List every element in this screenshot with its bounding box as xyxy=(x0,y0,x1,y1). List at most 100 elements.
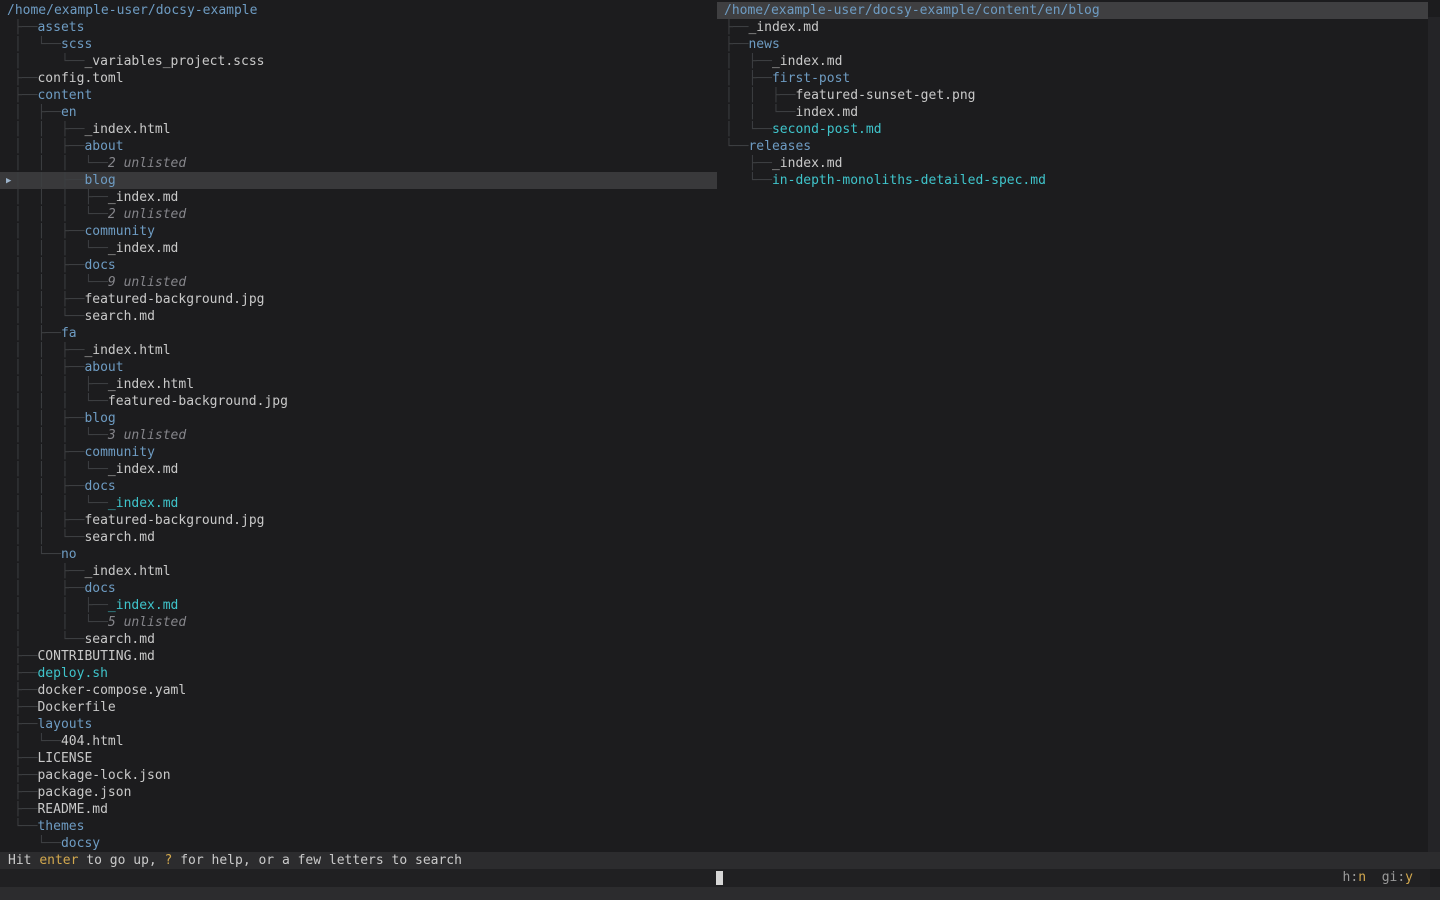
file-name: featured-sunset-get.png xyxy=(795,88,975,103)
tree-row[interactable]: │ ├──docs xyxy=(0,580,717,597)
tree-row[interactable]: └──releases xyxy=(717,138,1440,155)
tree-branch-lines: ├── xyxy=(14,71,37,86)
tree-row[interactable]: ├──news xyxy=(717,36,1440,53)
tree-row[interactable]: └──docsy xyxy=(0,835,717,852)
tree-row[interactable]: │ │ ├──about xyxy=(0,359,717,376)
tree-row[interactable]: │ │ ├──_index.html xyxy=(0,342,717,359)
tree-row[interactable]: ├──CONTRIBUTING.md xyxy=(0,648,717,665)
directory-name: about xyxy=(84,360,123,375)
tree-row[interactable]: │ │ ├──featured-sunset-get.png xyxy=(717,87,1440,104)
tree-row[interactable]: │ │ │ └──2 unlisted xyxy=(0,155,717,172)
command-input-bar[interactable]: :e h:n gi:y xyxy=(0,869,1430,887)
tree-row[interactable]: ├──deploy.sh xyxy=(0,665,717,682)
tree-branch-lines: └── xyxy=(14,819,37,834)
right-panel-path: /home/example-user/docsy-example/content… xyxy=(717,2,1428,19)
tree-branch-lines: ├── xyxy=(14,802,37,817)
file-name: search.md xyxy=(84,309,154,324)
file-name: docker-compose.yaml xyxy=(37,683,186,698)
tree-row[interactable]: ├──README.md xyxy=(0,801,717,818)
tree-branch-lines: │ │ │ └── xyxy=(14,462,108,477)
tree-row[interactable]: │ ├──en xyxy=(0,104,717,121)
directory-name: community xyxy=(84,224,154,239)
tree-branch-lines: │ ├── xyxy=(725,71,772,86)
tree-branch-lines: │ │ ├── xyxy=(14,479,84,494)
directory-name: layouts xyxy=(37,717,92,732)
tree-row[interactable]: ├──package.json xyxy=(0,784,717,801)
directory-name: docs xyxy=(84,479,115,494)
tree-row[interactable]: │ └──scss xyxy=(0,36,717,53)
status-hint-text: Hit xyxy=(8,853,39,868)
tree-row[interactable]: │ │ │ └──_index.md xyxy=(0,461,717,478)
tree-branch-lines: │ │ │ └── xyxy=(14,275,108,290)
tree-branch-lines: │ └── xyxy=(14,54,84,69)
directory-name: themes xyxy=(37,819,84,834)
tree-row[interactable]: │ │ │ └──_index.md xyxy=(0,240,717,257)
tree-row[interactable]: ├──Dockerfile xyxy=(0,699,717,716)
tree-branch-lines: │ │ │ ├── xyxy=(14,190,108,205)
tree-row[interactable]: │ ├──_index.html xyxy=(0,563,717,580)
tree-row[interactable]: │ │ │ ├──_index.html xyxy=(0,376,717,393)
tree-row[interactable]: ├──config.toml xyxy=(0,70,717,87)
tree-row[interactable]: │ │ ├──community xyxy=(0,223,717,240)
tree-row[interactable]: │ │ ├──community xyxy=(0,444,717,461)
tree-branch-lines: │ │ ├── xyxy=(14,445,84,460)
unlisted-count: 3 unlisted xyxy=(108,428,186,443)
tree-row[interactable]: │ │ │ └──3 unlisted xyxy=(0,427,717,444)
tree-row[interactable]: │ │ └──5 unlisted xyxy=(0,614,717,631)
tree-row[interactable]: │ └──_variables_project.scss xyxy=(0,53,717,70)
tree-row[interactable]: ├──_index.md xyxy=(717,155,1440,172)
tree-row[interactable]: ├──content xyxy=(0,87,717,104)
tree-row[interactable]: ├──layouts xyxy=(0,716,717,733)
tree-branch-lines: │ └── xyxy=(14,547,61,562)
tree-row[interactable]: │ │ ├──_index.html xyxy=(0,121,717,138)
tree-row[interactable]: │ │ ├──blog xyxy=(0,410,717,427)
tree-row[interactable]: │ │ │ └──_index.md xyxy=(0,495,717,512)
selection-arrow-icon: ▶ xyxy=(6,173,11,189)
tree-row[interactable]: │ └──404.html xyxy=(0,733,717,750)
tree-row[interactable]: │ │ └──search.md xyxy=(0,529,717,546)
tree-row[interactable]: │ │ ├──about xyxy=(0,138,717,155)
left-panel: /home/example-user/docsy-example ├──asse… xyxy=(0,0,717,852)
tree-branch-lines: │ │ ├── xyxy=(14,139,84,154)
tree-branch-lines: │ ├── xyxy=(14,564,84,579)
tree-row[interactable]: │ │ ├──featured-background.jpg xyxy=(0,512,717,529)
broot-file-manager-window: /home/example-user/docsy-example ├──asse… xyxy=(0,0,1440,900)
tree-branch-lines: │ │ └── xyxy=(14,309,84,324)
file-name: LICENSE xyxy=(37,751,92,766)
tree-row[interactable]: ├──_index.md xyxy=(717,19,1440,36)
tree-row[interactable]: ├──docker-compose.yaml xyxy=(0,682,717,699)
file-name: _index.md xyxy=(108,241,178,256)
tree-branch-lines: │ │ ├── xyxy=(14,292,84,307)
file-name: search.md xyxy=(84,530,154,545)
tree-row[interactable]: │ │ │ ├──_index.md xyxy=(0,189,717,206)
tree-branch-lines: ├── xyxy=(14,700,37,715)
tree-row[interactable]: │ │ └──index.md xyxy=(717,104,1440,121)
tree-row[interactable]: └──themes xyxy=(0,818,717,835)
scrollbar-track[interactable] xyxy=(1428,17,1440,852)
tree-row[interactable]: │ │ │ └──9 unlisted xyxy=(0,274,717,291)
tree-row[interactable]: │ │ │ └──featured-background.jpg xyxy=(0,393,717,410)
tree-row[interactable]: │ │ ├──featured-background.jpg xyxy=(0,291,717,308)
tree-row[interactable]: │ ├──first-post xyxy=(717,70,1440,87)
tree-row[interactable]: ├──LICENSE xyxy=(0,750,717,767)
tree-row-selected[interactable]: ▶│ │ ├──blog xyxy=(0,172,717,189)
tree-row[interactable]: ├──package-lock.json xyxy=(0,767,717,784)
tree-row[interactable]: ├──assets xyxy=(0,19,717,36)
file-name: package.json xyxy=(37,785,131,800)
tree-row[interactable]: │ │ ├──docs xyxy=(0,478,717,495)
tree-row[interactable]: └──in-depth-monoliths-detailed-spec.md xyxy=(717,172,1440,189)
tree-row[interactable]: │ │ ├──_index.md xyxy=(0,597,717,614)
tree-row[interactable]: │ └──search.md xyxy=(0,631,717,648)
file-name: README.md xyxy=(37,802,107,817)
directory-name: content xyxy=(37,88,92,103)
tree-row[interactable]: │ │ │ └──2 unlisted xyxy=(0,206,717,223)
tree-row[interactable]: │ │ └──search.md xyxy=(0,308,717,325)
tree-row[interactable]: │ ├──fa xyxy=(0,325,717,342)
tree-branch-lines: └── xyxy=(725,173,772,188)
tree-row[interactable]: │ └──second-post.md xyxy=(717,121,1440,138)
flag-label: gi: xyxy=(1382,870,1405,885)
tree-row[interactable]: │ ├──_index.md xyxy=(717,53,1440,70)
tree-row[interactable]: │ └──no xyxy=(0,546,717,563)
tree-row[interactable]: │ │ ├──docs xyxy=(0,257,717,274)
tree-branch-lines: ├── xyxy=(14,20,37,35)
